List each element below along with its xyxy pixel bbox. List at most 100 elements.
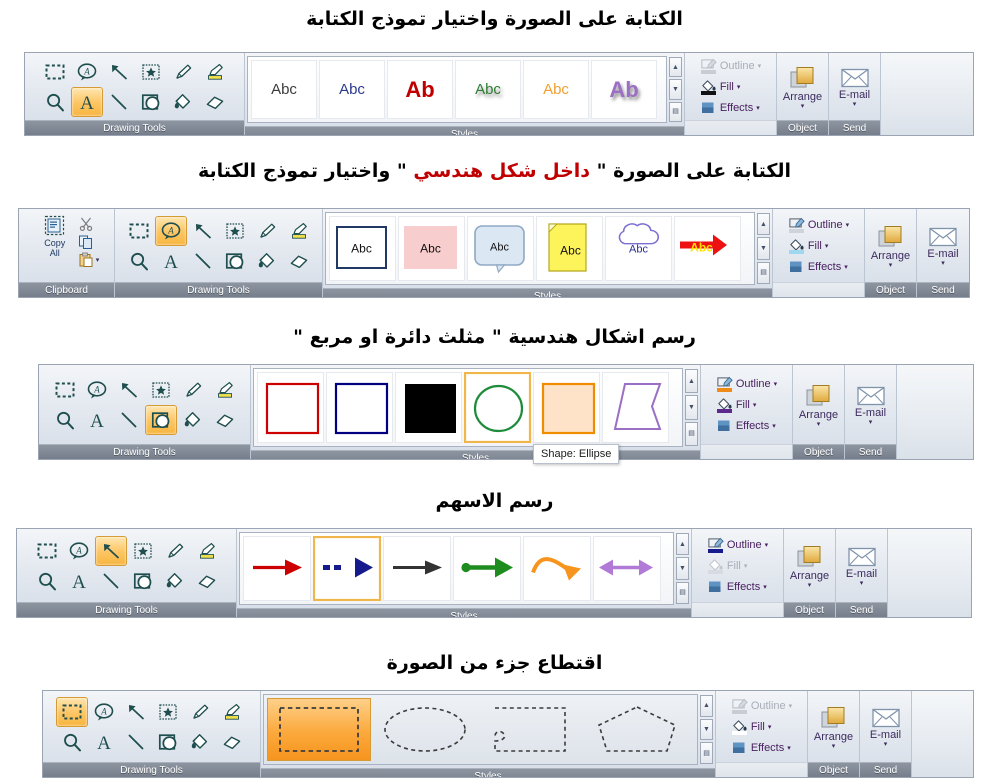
tool-callout-text-tool[interactable]: A [71,57,103,87]
tool-stamp-tool[interactable] [127,536,159,566]
arrange-button[interactable]: Arrange ▾ [812,693,855,760]
tool-arrow-line-tool[interactable] [120,697,152,727]
shape-style-cell[interactable] [326,372,393,443]
arrow-style-cell[interactable] [243,536,311,601]
gallery-scroll-down-button[interactable]: ▼ [757,237,770,260]
tool-magnifier-tool[interactable] [31,566,63,596]
fill-button-caret-icon[interactable]: ▾ [825,242,829,250]
tool-highlighter-tool[interactable] [199,57,231,87]
tool-highlighter-tool[interactable] [209,375,241,405]
cut-button[interactable] [78,215,100,232]
email-caret-icon[interactable]: ▾ [853,101,857,108]
fill-button-caret-icon[interactable]: ▾ [753,401,757,409]
gallery-scroll-up-button[interactable]: ▲ [676,533,689,556]
tool-highlighter-tool[interactable] [216,697,248,727]
tool-line-tool[interactable] [95,566,127,596]
arrange-caret-icon[interactable]: ▾ [817,421,821,428]
tool-eraser-tool[interactable] [199,87,231,117]
gallery-scrollbar[interactable]: ▲ ▼ ▤ [685,368,698,447]
paste-button[interactable]: ▾ [78,251,99,268]
shape-style-cell[interactable] [533,372,600,443]
tool-callout-text-tool[interactable]: A [63,536,95,566]
tool-eraser-tool[interactable] [283,246,315,276]
arrow-style-cell[interactable] [593,536,661,601]
fill-button[interactable]: Fill ▾ [731,717,792,736]
fill-button-caret-icon[interactable]: ▾ [737,83,741,91]
gallery-scroll-down-button[interactable]: ▼ [685,395,698,420]
effects-button[interactable]: Effects ▾ [731,738,792,757]
style-cell[interactable]: Abc [455,60,521,119]
tool-stamp-tool[interactable] [135,57,167,87]
gallery-scroll-down-button[interactable]: ▼ [676,557,689,580]
gallery-more-button[interactable]: ▤ [757,261,770,284]
effects-button[interactable]: Effects ▾ [700,98,761,117]
gallery-scrollbar[interactable]: ▲ ▼ ▤ [676,532,689,605]
tool-line-tool[interactable] [187,246,219,276]
gallery-scroll-down-button[interactable]: ▼ [700,718,713,741]
tool-shape-tool[interactable] [135,87,167,117]
email-caret-icon[interactable]: ▾ [860,580,864,587]
outline-button[interactable]: Outline ▾ [788,215,849,234]
tool-shape-tool[interactable] [127,566,159,596]
fill-button[interactable]: Fill ▾ [716,395,777,414]
tool-stamp-tool[interactable] [145,375,177,405]
tool-line-tool[interactable] [120,727,152,757]
style-cell-cloud[interactable]: Abc [605,216,672,281]
tool-highlighter-tool[interactable] [283,216,315,246]
tool-shape-tool[interactable] [144,404,177,435]
tool-select-rectangle-tool[interactable] [39,57,71,87]
tool-magnifier-tool[interactable] [49,405,81,435]
tool-pencil-tool[interactable] [184,697,216,727]
effects-button-caret-icon[interactable]: ▾ [844,263,848,271]
tool-fill-bucket-tool[interactable] [177,405,209,435]
tool-text-tool[interactable]: A [88,727,120,757]
arrange-caret-icon[interactable]: ▾ [832,743,836,750]
copy-button[interactable] [78,233,100,250]
effects-button[interactable]: Effects ▾ [788,257,849,276]
email-button[interactable]: E-mail ▾ [921,211,965,280]
email-caret-icon[interactable]: ▾ [869,419,873,426]
gallery-more-button[interactable]: ▤ [676,581,689,604]
arrange-button[interactable]: Arrange ▾ [781,55,824,118]
gallery-more-button[interactable]: ▤ [669,101,682,122]
tool-text-tool[interactable]: A [70,86,103,117]
tool-select-rectangle-tool[interactable] [55,696,88,727]
tool-callout-text-tool[interactable]: A [81,375,113,405]
style-cell-rect-pink[interactable]: Abc [398,216,465,281]
arrange-button[interactable]: Arrange ▾ [788,531,831,600]
shape-style-cell[interactable] [257,372,324,443]
gallery-scrollbar[interactable]: ▲ ▼ ▤ [669,56,682,123]
arrange-caret-icon[interactable]: ▾ [801,103,805,110]
outline-button[interactable]: Outline ▾ [716,374,777,393]
arrow-style-cell[interactable] [453,536,521,601]
tool-fill-bucket-tool[interactable] [184,727,216,757]
tool-callout-text-tool[interactable]: A [154,215,187,246]
tool-pencil-tool[interactable] [251,216,283,246]
tool-stamp-tool[interactable] [152,697,184,727]
arrow-style-cell[interactable] [313,536,381,601]
effects-button-caret-icon[interactable]: ▾ [763,583,767,591]
tool-stamp-tool[interactable] [219,216,251,246]
tool-select-rectangle-tool[interactable] [123,216,155,246]
gallery-scrollbar[interactable]: ▲ ▼ ▤ [757,212,770,285]
effects-button-caret-icon[interactable]: ▾ [756,104,760,112]
outline-button-caret-icon[interactable]: ▾ [765,541,769,549]
style-cell-red-arrow[interactable]: Abc [674,216,741,281]
tool-shape-tool[interactable] [219,246,251,276]
tool-eraser-tool[interactable] [216,727,248,757]
tool-shape-tool[interactable] [152,727,184,757]
crop-style-cell[interactable] [267,698,371,761]
arrow-style-cell[interactable] [383,536,451,601]
fill-button[interactable]: Fill ▾ [700,77,761,96]
tool-magnifier-tool[interactable] [123,246,155,276]
style-cell[interactable]: Abc [319,60,385,119]
style-cell[interactable]: Abc [523,60,589,119]
tool-line-tool[interactable] [113,405,145,435]
email-button[interactable]: E-mail ▾ [849,367,892,442]
tool-pencil-tool[interactable] [159,536,191,566]
gallery-scroll-up-button[interactable]: ▲ [685,369,698,394]
tool-arrow-line-tool[interactable] [187,216,219,246]
tool-text-tool[interactable]: A [63,566,95,596]
tool-select-rectangle-tool[interactable] [49,375,81,405]
arrange-button[interactable]: Arrange ▾ [797,367,840,442]
